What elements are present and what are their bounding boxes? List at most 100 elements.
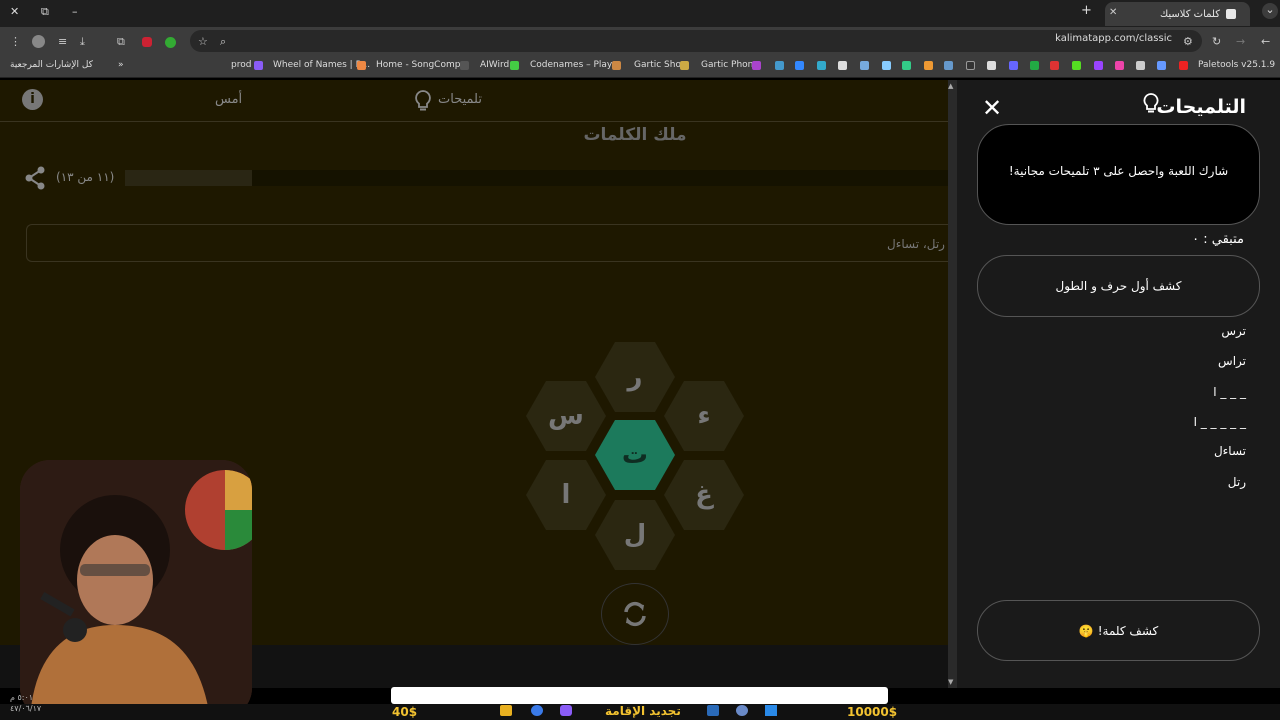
- taskbar-app-icon[interactable]: [707, 705, 719, 716]
- bookmarks-overflow-icon[interactable]: »: [118, 60, 124, 70]
- reveal-word-button[interactable]: كشف كلمة! 🤫: [977, 600, 1260, 661]
- overlay-ticker: تجديد الإقامة: [605, 704, 681, 718]
- taskbar-app-icon[interactable]: [500, 705, 512, 716]
- extension-red-icon[interactable]: [142, 37, 152, 47]
- windows-start-icon[interactable]: [765, 705, 777, 716]
- share-icon[interactable]: [24, 166, 46, 194]
- bookmark-favicon-icon[interactable]: [1050, 61, 1059, 70]
- bookmark-favicon-icon[interactable]: [1072, 61, 1081, 70]
- zoom-icon[interactable]: ⌕: [220, 35, 226, 49]
- remaining-hints: متبقي : ٠: [1192, 232, 1244, 247]
- close-icon[interactable]: ✕: [982, 94, 1002, 122]
- hint-line: ا _ _ _: [1213, 385, 1246, 399]
- share-for-hints-box[interactable]: شارك اللعبة واحصل على ٣ تلميحات مجانية!: [977, 124, 1260, 225]
- extension-green-icon[interactable]: [165, 37, 176, 48]
- bookmark-favicon-icon[interactable]: [1136, 61, 1145, 70]
- back-icon[interactable]: ←: [1261, 35, 1270, 48]
- bookmark-aiwird[interactable]: AIWird: [480, 60, 509, 70]
- tab-close-icon[interactable]: ✕: [1109, 7, 1117, 18]
- progress-fill: [125, 170, 252, 186]
- close-window-icon[interactable]: ✕: [10, 5, 19, 18]
- site-settings-icon[interactable]: ⚙: [1183, 35, 1193, 48]
- bookmark-favicon-icon: [460, 61, 469, 70]
- bookmark-favicon-icon[interactable]: [1115, 61, 1124, 70]
- hint-line: ترس: [1221, 324, 1246, 338]
- bookmark-paletools[interactable]: Paletools v25.1.9: [1198, 60, 1275, 70]
- tab-search-icon[interactable]: ⌄: [1262, 3, 1278, 19]
- found-words-text: اس، رتل، تساءل: [887, 237, 948, 251]
- reload-icon[interactable]: ↻: [1212, 35, 1221, 48]
- shush-emoji-icon: 🤫: [1078, 623, 1094, 638]
- lightbulb-icon[interactable]: [414, 90, 432, 116]
- url-text[interactable]: kalimatapp.com/classic: [1055, 33, 1172, 44]
- bookmark-codenames[interactable]: Codenames – Play...: [530, 60, 620, 70]
- bookmark-favicon-icon[interactable]: [882, 61, 891, 70]
- profile-avatar[interactable]: [32, 35, 45, 48]
- forward-icon[interactable]: →: [1236, 35, 1245, 48]
- shuffle-button[interactable]: [601, 583, 669, 645]
- bookmark-songcomp[interactable]: Home - SongComp...: [376, 60, 469, 70]
- bookmark-favicon-icon[interactable]: [924, 61, 933, 70]
- taskbar-app-icon[interactable]: [736, 705, 748, 716]
- nav-hints[interactable]: تلميحات: [438, 92, 482, 107]
- scroll-up-icon[interactable]: ▲: [948, 82, 953, 90]
- clock-time: ٥:٠١ م: [10, 693, 34, 702]
- clock-date: ٤٧/٠٦/١٧: [10, 704, 42, 713]
- new-tab-icon[interactable]: +: [1081, 3, 1092, 18]
- bookmark-favicon-icon[interactable]: [838, 61, 847, 70]
- hint-line: تساءل: [1213, 444, 1246, 458]
- money-right: 10000$: [847, 705, 898, 719]
- bookmark-favicon-icon[interactable]: [775, 61, 784, 70]
- minimize-window-icon[interactable]: –: [72, 5, 78, 18]
- extensions-puzzle-icon[interactable]: ⧉: [117, 35, 125, 49]
- bookmark-gartic-phone[interactable]: Gartic Phone: [701, 60, 759, 70]
- bookmark-favicon-icon[interactable]: [817, 61, 826, 70]
- scroll-down-icon[interactable]: ▼: [948, 678, 953, 686]
- bookmark-star-icon[interactable]: ☆: [198, 35, 208, 48]
- bookmark-favicon-icon[interactable]: [1009, 61, 1018, 70]
- bookmark-favicon-icon[interactable]: [1030, 61, 1039, 70]
- menu-icon[interactable]: ⋮: [10, 35, 21, 48]
- info-icon[interactable]: i: [22, 89, 43, 110]
- browser-tab[interactable]: كلمات كلاسيك ✕: [1105, 2, 1250, 26]
- taskbar-app-icon[interactable]: [531, 705, 543, 716]
- maximize-window-icon[interactable]: ⧉: [41, 5, 49, 19]
- nav-yesterday[interactable]: أمس: [215, 92, 242, 107]
- progress-text: (١١ من ١٣): [56, 170, 115, 184]
- bookmark-favicon-icon: [680, 61, 689, 70]
- bookmark-prod[interactable]: prod: [231, 60, 251, 70]
- bookmark-favicon-icon: [510, 61, 519, 70]
- address-bar[interactable]: [190, 30, 1202, 52]
- reveal-first-letter-button[interactable]: كشف أول حرف و الطول: [977, 255, 1260, 317]
- found-words-box[interactable]: اس، رتل، تساءل: [26, 224, 948, 262]
- hint-line: رتل: [1227, 475, 1246, 489]
- download-icon[interactable]: ⤓: [80, 35, 85, 49]
- bookmark-favicon-icon[interactable]: [944, 61, 953, 70]
- bookmark-favicon-icon[interactable]: [1157, 61, 1166, 70]
- bookmark-wheel-of-names[interactable]: Wheel of Names | R...: [273, 60, 370, 70]
- bookmark-favicon-icon[interactable]: [966, 61, 975, 70]
- bookmark-favicon-icon[interactable]: [1094, 61, 1103, 70]
- tab-favicon-icon: [1226, 9, 1236, 19]
- taskbar-app-icon[interactable]: [560, 705, 572, 716]
- reveal-word-label: كشف كلمة!: [1097, 623, 1159, 638]
- webcam-overlay: [20, 460, 252, 718]
- hint-line: ا _ _ _ _ _: [1193, 415, 1246, 429]
- taskbar-clock: ٥:٠١ م ٤٧/٠٦/١٧: [10, 692, 41, 714]
- money-left: 40$: [392, 705, 418, 719]
- bookmark-favicon-icon: [357, 61, 366, 70]
- scrollbar[interactable]: [948, 80, 957, 688]
- bookmark-favicon-icon[interactable]: [987, 61, 996, 70]
- bookmark-favicon-icon: [254, 61, 263, 70]
- bookmark-favicon-icon[interactable]: [795, 61, 804, 70]
- bookmark-favicon-icon[interactable]: [902, 61, 911, 70]
- bookmark-favicon-icon: [752, 61, 761, 70]
- hint-line: تراس: [1218, 354, 1246, 368]
- bookmark-favicon-icon[interactable]: [1179, 61, 1188, 70]
- hints-title: التلميحات: [1156, 96, 1246, 118]
- bookmark-favicon-icon[interactable]: [860, 61, 869, 70]
- bookmark-favicon-icon: [612, 61, 621, 70]
- bookmark-all[interactable]: كل الإشارات المرجعية: [10, 60, 93, 70]
- extension-icon[interactable]: ≡: [58, 35, 67, 48]
- overlay-white-bar: [391, 687, 888, 704]
